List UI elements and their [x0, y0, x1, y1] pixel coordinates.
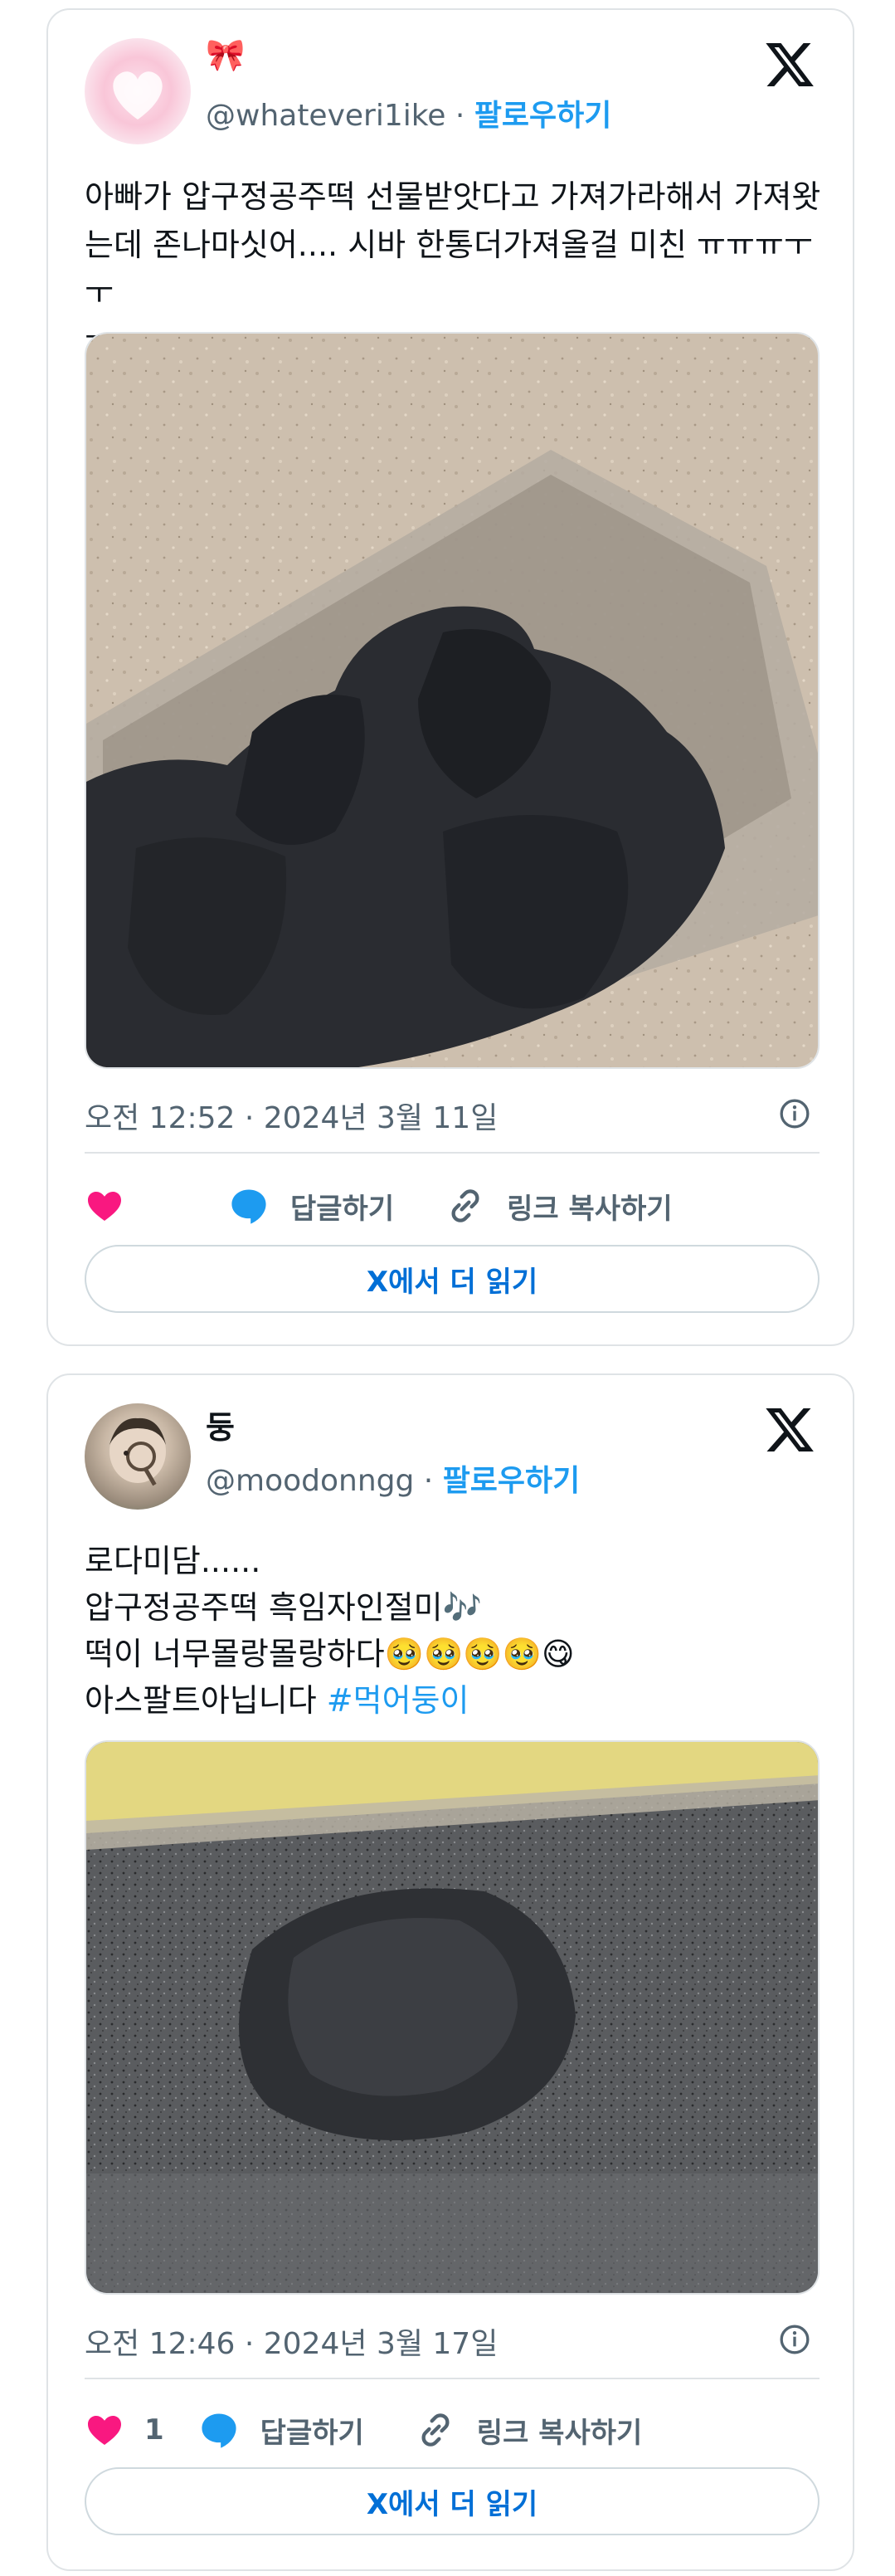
tweet-text-plain: 아스팔트아닙니다 — [85, 1682, 327, 1719]
info-icon[interactable] — [778, 2323, 811, 2356]
reply-label: 답글하기 — [260, 2416, 364, 2450]
heart-icon — [88, 2416, 121, 2445]
tweet-text-line: 는데 존나마싯어.... 시바 한통더가져올걸 미친 ㅠㅠㅠㅜㅜ — [85, 227, 813, 311]
timestamp[interactable]: 오전 12:52 · 2024년 3월 11일 — [85, 1094, 498, 1137]
copy-link-label: 링크 복사하기 — [476, 2416, 643, 2450]
hashtag-link[interactable]: #먹어둥이 — [327, 1682, 469, 1719]
tweet-text-line: 아스팔트아닙니다 #먹어둥이 — [85, 1677, 831, 1724]
photo-art — [86, 1742, 818, 2293]
avatar-art — [109, 1417, 166, 1486]
display-name[interactable]: 둥 — [206, 1402, 235, 1447]
tweet-photo-rice-cake-box[interactable] — [85, 332, 820, 1069]
reply-button[interactable]: 답글하기 — [227, 1184, 394, 1227]
divider — [85, 1152, 820, 1154]
timestamp[interactable]: 오전 12:46 · 2024년 3월 17일 — [85, 2320, 498, 2363]
separator-dot: · — [455, 99, 474, 133]
tweet-text-line: 떡이 너무몰랑몰랑하다🥹🥹🥹🥹😋 — [85, 1636, 575, 1672]
tweet-card-1[interactable]: 🎀 @whateveri1ike · 팔로우하기 아빠가 압구정공주떡 선물받앗… — [46, 8, 854, 1346]
avatar[interactable] — [85, 1403, 191, 1510]
display-name[interactable]: 🎀 — [206, 37, 245, 74]
handle-row: @whateveri1ike · 팔로우하기 — [206, 91, 611, 134]
separator-dot: · — [423, 1464, 443, 1498]
handle-row: @moodonngg · 팔로우하기 — [206, 1456, 580, 1500]
follow-button[interactable]: 팔로우하기 — [474, 99, 612, 133]
tweet-text-line: 아빠가 압구정공주떡 선물받앗다고 가져가라해서 가져왓 — [85, 178, 821, 215]
heart-icon — [88, 1192, 121, 1221]
x-logo-icon[interactable] — [763, 1403, 816, 1456]
reply-bubble-icon — [231, 1189, 266, 1224]
tweet-text: 로다미담...... 압구정공주떡 흑임자인절미🎶 떡이 너무몰랑몰랑하다🥹🥹🥹… — [85, 1538, 831, 1724]
link-icon — [421, 2413, 450, 2447]
like-count: 1 — [144, 2413, 164, 2447]
action-bar: 1 답글하기 링크 복사하기 — [85, 2401, 692, 2459]
like-button[interactable] — [85, 1186, 144, 1226]
link-icon — [451, 1189, 479, 1222]
tweet-text-line: 압구정공주떡 흑임자인절미🎶 — [85, 1589, 482, 1626]
read-more-on-x-button[interactable]: X에서 더 읽기 — [85, 2467, 820, 2535]
x-logo-icon[interactable] — [763, 38, 816, 91]
copy-link-button[interactable]: 링크 복사하기 — [444, 1184, 673, 1227]
heart-avatar-art — [113, 71, 163, 120]
copy-link-button[interactable]: 링크 복사하기 — [414, 2408, 643, 2452]
follow-button[interactable]: 팔로우하기 — [443, 1464, 581, 1498]
tweet-card-2[interactable]: 둥 @moodonngg · 팔로우하기 로다미담...... 압구정공주떡 흑… — [46, 1373, 854, 2571]
action-bar: 답글하기 링크 복사하기 — [85, 1177, 722, 1235]
handle[interactable]: @whateveri1ike — [206, 99, 445, 133]
reply-button[interactable]: 답글하기 — [197, 2408, 364, 2452]
tweet-photo-sesame-rice-cake[interactable] — [85, 1740, 820, 2295]
read-more-on-x-button[interactable]: X에서 더 읽기 — [85, 1245, 820, 1313]
like-button[interactable]: 1 — [85, 2410, 164, 2450]
info-icon[interactable] — [778, 1097, 811, 1130]
copy-link-label: 링크 복사하기 — [507, 1192, 673, 1226]
tweet-text-line: 로다미담...... — [85, 1543, 261, 1579]
divider — [85, 2378, 820, 2379]
reply-label: 답글하기 — [290, 1192, 395, 1226]
avatar[interactable] — [85, 38, 191, 144]
photo-art — [86, 334, 818, 1067]
reply-bubble-icon — [202, 2413, 236, 2448]
handle[interactable]: @moodonngg — [206, 1464, 414, 1498]
